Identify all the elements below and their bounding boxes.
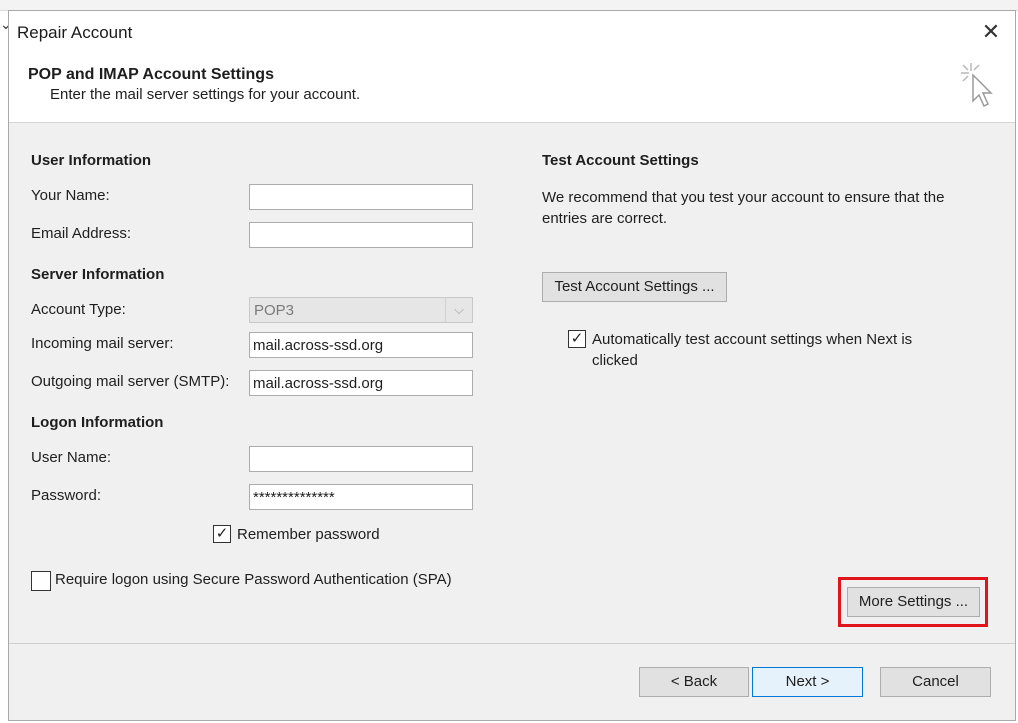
footer-divider: [9, 643, 1015, 644]
dialog-title: Repair Account: [17, 23, 133, 42]
remember-password-label: Remember password: [237, 526, 380, 543]
wizard-header: POP and IMAP Account Settings Enter the …: [9, 51, 1015, 123]
outgoing-server-input[interactable]: [249, 370, 473, 396]
user-name-label: User Name:: [31, 449, 112, 466]
header-title: POP and IMAP Account Settings: [28, 66, 274, 83]
auto-test-checkbox[interactable]: ✓: [568, 330, 586, 348]
account-type-select: POP3 ⌵: [249, 297, 473, 323]
account-type-label: Account Type:: [31, 301, 126, 318]
incoming-server-label: Incoming mail server:: [31, 335, 174, 352]
incoming-server-input[interactable]: [249, 332, 473, 358]
cancel-button[interactable]: Cancel: [880, 667, 991, 697]
logon-info-heading: Logon Information: [31, 414, 164, 431]
outgoing-server-label: Outgoing mail server (SMTP):: [31, 373, 230, 390]
password-input[interactable]: [249, 484, 473, 510]
spa-label: Require logon using Secure Password Auth…: [55, 571, 452, 588]
account-type-value: POP3: [254, 302, 295, 319]
more-settings-button[interactable]: More Settings ...: [847, 587, 980, 617]
chevron-down-icon: ⌵: [445, 298, 472, 322]
user-info-heading: User Information: [31, 152, 152, 169]
email-address-input[interactable]: [249, 222, 473, 248]
server-info-heading: Server Information: [31, 266, 165, 283]
spa-checkbox[interactable]: [31, 571, 51, 591]
test-settings-description: We recommend that you test your account …: [542, 189, 945, 227]
auto-test-label: Automatically test account settings when…: [592, 331, 913, 369]
close-icon[interactable]: ✕: [977, 19, 1005, 45]
repair-account-dialog: Repair Account ✕ POP and IMAP Account Se…: [8, 10, 1016, 721]
password-label: Password:: [31, 487, 102, 504]
your-name-input[interactable]: [249, 184, 473, 210]
test-settings-heading: Test Account Settings: [542, 152, 699, 169]
wizard-cursor-sparkle-icon: [961, 63, 993, 108]
email-address-label: Email Address:: [31, 225, 132, 242]
user-name-input[interactable]: [249, 446, 473, 472]
back-button[interactable]: < Back: [639, 667, 749, 697]
test-account-settings-button[interactable]: Test Account Settings ...: [542, 272, 727, 302]
next-button[interactable]: Next >: [752, 667, 863, 697]
title-bar: Repair Account ✕: [9, 11, 1015, 51]
remember-password-checkbox[interactable]: ✓: [213, 525, 231, 543]
your-name-label: Your Name:: [31, 187, 110, 204]
header-subtitle: Enter the mail server settings for your …: [50, 86, 361, 103]
